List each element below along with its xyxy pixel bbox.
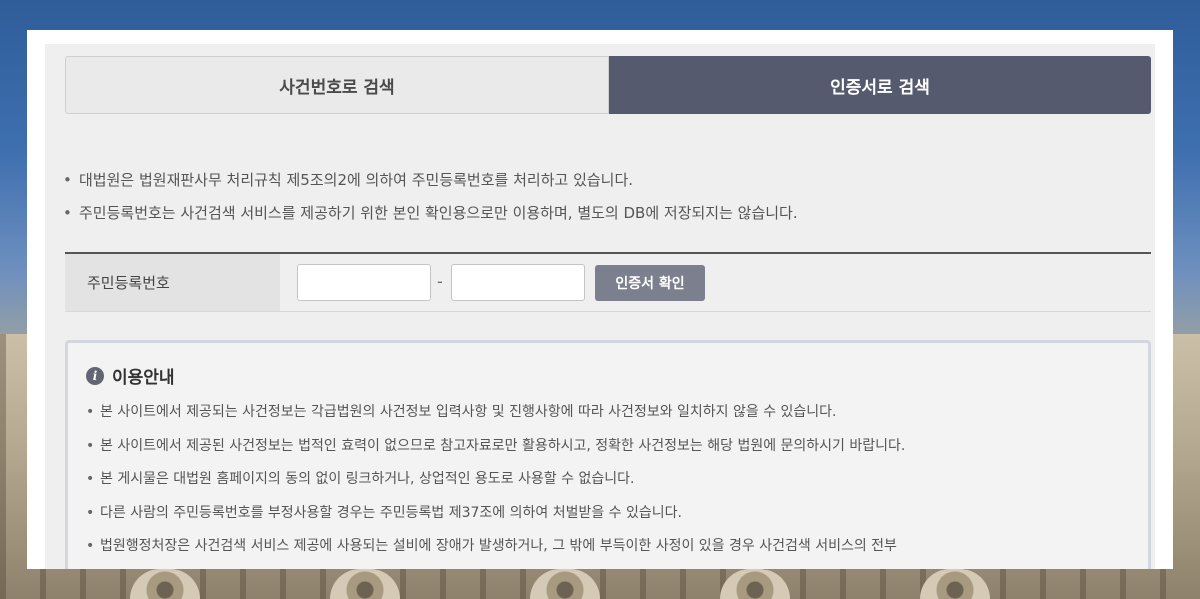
notice-item: 대법원은 법원재판사무 처리규칙 제5조의2에 의하여 주민등록번호를 처리하고… [63,169,798,202]
notice-item: 주민등록번호는 사건검색 서비스를 제공하기 위한 본인 확인용으로만 이용하며… [63,202,798,235]
rrn-separator: - [437,272,443,291]
guide-item: 다른 사람의 주민등록번호를 부정사용할 경우는 주민등록법 제37조에 의하여… [86,502,905,536]
guide-item: 본 사이트에서 제공된 사건정보는 법적인 효력이 없으므로 참고자료로만 활용… [86,435,905,469]
search-tabs: 사건번호로 검색 인증서로 검색 [65,56,1151,114]
guide-item: 법원행정처장은 사건검색 서비스 제공에 사용되는 설비에 장애가 발생하거나,… [86,535,905,569]
usage-guide-list: 본 사이트에서 제공되는 사건정보는 각급법원의 사건정보 입력사항 및 진행사… [86,401,905,569]
ornament-decoration [130,569,200,599]
rrn-second-input[interactable] [451,264,585,301]
tab-certificate-search[interactable]: 인증서로 검색 [609,56,1151,114]
info-icon: i [86,366,104,385]
usage-guide-box: i 이용안내 본 사이트에서 제공되는 사건정보는 각급법원의 사건정보 입력사… [65,340,1151,569]
rrn-form-row: 주민등록번호 - 인증서 확인 [65,252,1151,312]
ornament-decoration [530,569,600,599]
tab-case-number-search[interactable]: 사건번호로 검색 [65,56,609,114]
guide-item: 본 게시물은 대법원 홈페이지의 동의 없이 링크하거나, 상업적인 용도로 사… [86,468,905,502]
ornament-decoration [330,569,400,599]
certificate-confirm-button[interactable]: 인증서 확인 [595,265,705,301]
screenshot-frame: 사건번호로 검색 인증서로 검색 대법원은 법원재판사무 처리규칙 제5조의2에… [27,30,1173,569]
guide-item: 본 사이트에서 제공되는 사건정보는 각급법원의 사건정보 입력사항 및 진행사… [86,401,905,435]
rrn-label: 주민등록번호 [65,254,280,311]
rrn-first-input[interactable] [297,264,431,301]
ornament-decoration [920,569,990,599]
usage-guide-title-text: 이용안내 [112,368,175,388]
ornament-decoration [720,569,790,599]
search-panel: 사건번호로 검색 인증서로 검색 대법원은 법원재판사무 처리규칙 제5조의2에… [45,44,1155,569]
notice-list: 대법원은 법원재판사무 처리규칙 제5조의2에 의하여 주민등록번호를 처리하고… [63,169,798,235]
usage-guide-title: i 이용안내 [86,363,175,388]
